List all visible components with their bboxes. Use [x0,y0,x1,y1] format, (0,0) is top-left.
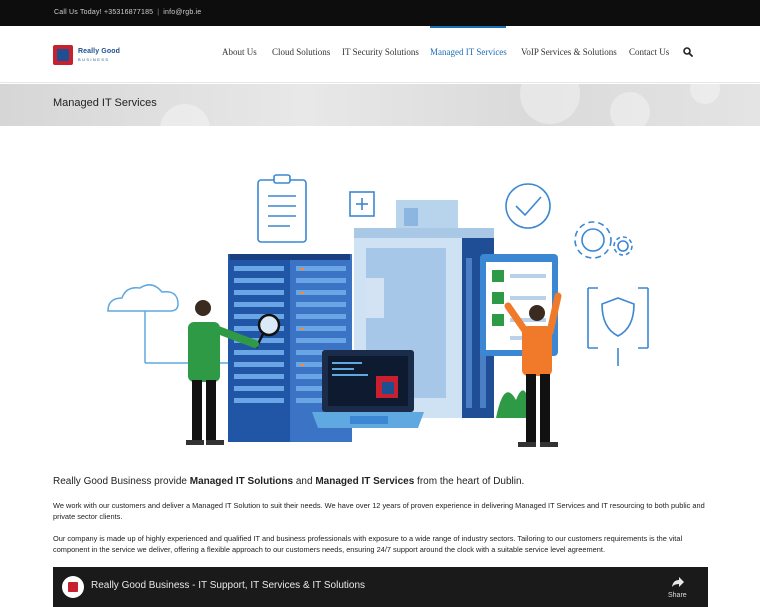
nav-cloud-solutions[interactable]: Cloud Solutions [272,47,330,57]
page-title-bar: Managed IT Services [0,84,760,126]
top-bar: Call Us Today! +35316877185 | info@rgb.ie [0,0,760,26]
share-label[interactable]: Share [668,592,687,599]
intro-paragraph: We work with our customers and deliver a… [53,501,705,521]
main-nav: About Us Cloud Solutions IT Security Sol… [0,26,760,83]
check-circle-icon [505,183,551,229]
lead-paragraph: Really Good Business provide Managed IT … [53,476,525,487]
phone-link[interactable]: Call Us Today! +35316877185 [54,9,153,16]
shield-icon [587,287,649,366]
email-link[interactable]: info@rgb.ie [163,9,201,16]
active-nav-underline [430,26,506,28]
lead-bold-managed-it-services: Managed IT Services [315,476,415,487]
gear-icon [574,221,633,259]
contact-info: Call Us Today! +35316877185 | info@rgb.ie [54,9,201,16]
channel-avatar[interactable] [62,576,84,598]
laptop-illustration [312,350,424,428]
plus-icon [349,191,375,217]
lead-bold-managed-it-solutions: Managed IT Solutions [189,476,294,487]
nav-contact-us[interactable]: Contact Us [629,47,669,57]
nav-managed-it-services[interactable]: Managed IT Services [430,47,507,57]
person-right-illustration [504,292,562,447]
hero-illustration [107,174,649,447]
page-title: Managed IT Services [53,97,157,109]
youtube-video-embed[interactable]: Really Good Business - IT Support, IT Se… [53,567,708,607]
share-icon[interactable] [671,576,685,588]
nav-it-security-solutions[interactable]: IT Security Solutions [342,47,419,57]
company-paragraph: Our company is made up of highly experie… [53,534,683,554]
nav-about-us[interactable]: About Us [222,47,257,57]
video-title[interactable]: Really Good Business - IT Support, IT Se… [91,580,365,591]
main-content: Really Good Business provide Managed IT … [53,476,708,566]
nav-voip-services[interactable]: VoIP Services & Solutions [521,47,617,57]
search-icon[interactable] [683,47,693,57]
clipboard-icon [257,174,307,243]
contact-separator: | [157,9,160,16]
site-header: Really Good BUSINESS About Us Cloud Solu… [0,26,760,83]
